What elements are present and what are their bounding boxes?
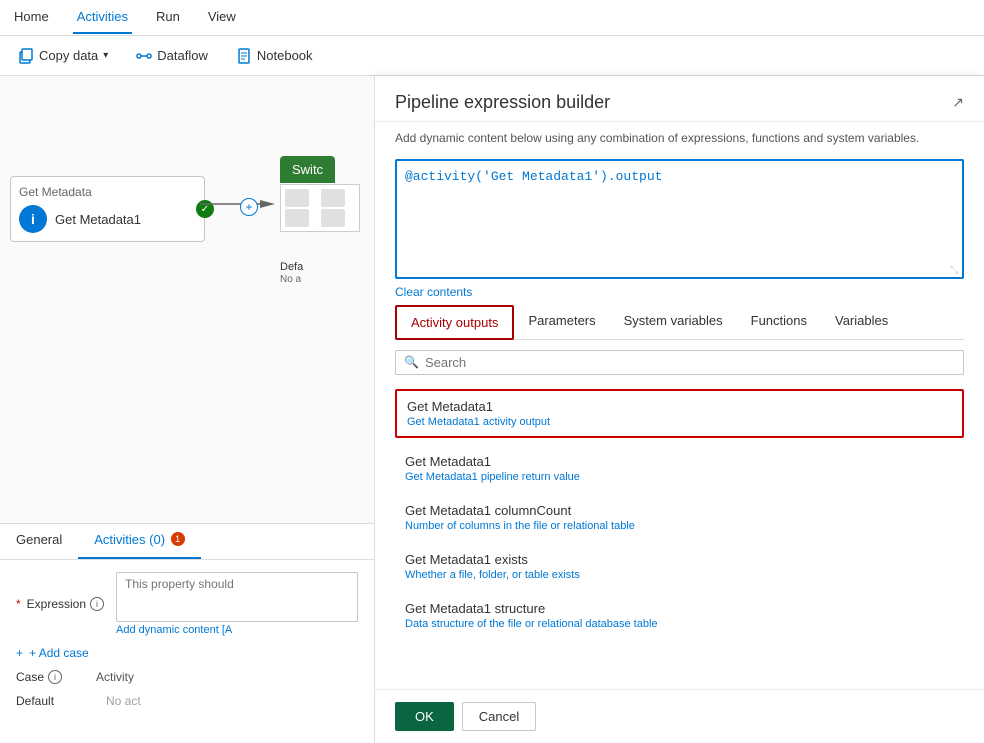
activity-label: Get Metadata1 <box>55 212 141 227</box>
pipeline-canvas[interactable]: Get Metadata i Get Metadata1 ✓ + Switc <box>0 76 374 743</box>
notebook-button[interactable]: Notebook <box>230 44 319 68</box>
nav-run[interactable]: Run <box>152 1 184 34</box>
nav-home[interactable]: Home <box>10 1 53 34</box>
bottom-content: * Expression i Add dynamic content [A + … <box>0 560 374 720</box>
expression-tabs: Activity outputs Parameters System varia… <box>395 305 964 340</box>
expression-input[interactable] <box>116 572 358 622</box>
panel-header: Pipeline expression builder ↗ <box>375 76 984 122</box>
item-title: Get Metadata1 exists <box>405 552 954 567</box>
case-info-icon[interactable]: i <box>48 670 62 684</box>
expression-value: @activity('Get Metadata1').output <box>405 169 662 184</box>
dropdown-chevron: ▾ <box>103 50 108 61</box>
toolbar: Copy data ▾ Dataflow Notebook <box>0 36 984 76</box>
top-navigation: Home Activities Run View <box>0 0 984 36</box>
item-subtitle: Data structure of the file or relational… <box>405 618 954 630</box>
panel-footer: OK Cancel <box>375 689 984 743</box>
nav-activities[interactable]: Activities <box>73 1 132 34</box>
item-subtitle: Number of columns in the file or relatio… <box>405 520 954 532</box>
clear-contents-link[interactable]: Clear contents <box>395 285 964 299</box>
copy-icon <box>18 48 34 64</box>
expression-builder-panel: Pipeline expression builder ↗ Add dynami… <box>374 76 984 743</box>
notebook-icon <box>236 48 252 64</box>
item-title: Get Metadata1 <box>405 454 954 469</box>
tab-system-variables[interactable]: System variables <box>610 305 737 339</box>
search-box: 🔍 <box>395 350 964 375</box>
items-list: Get Metadata1 Get Metadata1 activity out… <box>375 385 984 689</box>
search-input[interactable] <box>425 355 955 370</box>
panel-title: Pipeline expression builder <box>395 92 610 113</box>
resize-handle[interactable]: ⤡ <box>950 265 960 275</box>
list-item-highlighted[interactable]: Get Metadata1 Get Metadata1 activity out… <box>395 389 964 438</box>
ok-button[interactable]: OK <box>395 702 454 731</box>
item-title: Get Metadata1 <box>407 399 952 414</box>
bottom-panel: General Activities (0) 1 * Expression i … <box>0 523 374 743</box>
item-title: Get Metadata1 structure <box>405 601 954 616</box>
add-connection-button[interactable]: + <box>240 198 258 216</box>
list-item[interactable]: Get Metadata1 Get Metadata1 pipeline ret… <box>395 446 964 491</box>
expression-info-icon[interactable]: i <box>90 597 104 611</box>
main-layout: Get Metadata i Get Metadata1 ✓ + Switc <box>0 76 984 743</box>
tab-variables[interactable]: Variables <box>821 305 902 339</box>
copy-data-button[interactable]: Copy data ▾ <box>12 44 114 68</box>
dataflow-icon <box>136 48 152 64</box>
activity-node[interactable]: Get Metadata i Get Metadata1 ✓ <box>10 176 205 242</box>
tab-parameters[interactable]: Parameters <box>514 305 609 339</box>
item-title: Get Metadata1 columnCount <box>405 503 954 518</box>
list-item[interactable]: Get Metadata1 columnCount Number of colu… <box>395 495 964 540</box>
activity-icon: i <box>19 205 47 233</box>
expression-row: * Expression i Add dynamic content [A <box>16 572 358 636</box>
tab-activity-outputs[interactable]: Activity outputs <box>395 305 514 340</box>
case-row: Case i Activity <box>16 670 358 684</box>
no-activities-label: No a <box>280 274 301 285</box>
expression-label: * Expression i <box>16 597 104 611</box>
tab-activities[interactable]: Activities (0) 1 <box>78 524 200 559</box>
tab-general[interactable]: General <box>0 524 78 559</box>
activity-node-item: i Get Metadata1 ✓ <box>19 205 196 233</box>
list-item[interactable]: Get Metadata1 structure Data structure o… <box>395 593 964 638</box>
cancel-button[interactable]: Cancel <box>462 702 536 731</box>
default-label: Defa <box>280 261 303 273</box>
bottom-tabs: General Activities (0) 1 <box>0 524 374 560</box>
dataflow-button[interactable]: Dataflow <box>130 44 214 68</box>
switch-grid <box>281 185 359 231</box>
item-subtitle: Whether a file, folder, or table exists <box>405 569 954 581</box>
add-dynamic-link[interactable]: Add dynamic content [A <box>116 624 358 636</box>
expand-icon[interactable]: ↗ <box>952 94 964 111</box>
activities-badge: 1 <box>171 532 185 546</box>
expression-textarea[interactable]: @activity('Get Metadata1').output ⤡ <box>395 159 964 279</box>
tab-functions[interactable]: Functions <box>737 305 821 339</box>
nav-view[interactable]: View <box>204 1 240 34</box>
switch-node-body <box>280 184 360 232</box>
item-subtitle: Get Metadata1 activity output <box>407 416 952 428</box>
add-case-button[interactable]: + + Add case <box>16 646 89 660</box>
activity-node-title: Get Metadata <box>19 185 196 199</box>
search-icon: 🔍 <box>404 355 419 369</box>
panel-description: Add dynamic content below using any comb… <box>375 122 984 155</box>
item-subtitle: Get Metadata1 pipeline return value <box>405 471 954 483</box>
switch-node-header[interactable]: Switc <box>280 156 335 183</box>
default-row: Default No act <box>16 694 358 708</box>
list-item[interactable]: Get Metadata1 exists Whether a file, fol… <box>395 544 964 589</box>
